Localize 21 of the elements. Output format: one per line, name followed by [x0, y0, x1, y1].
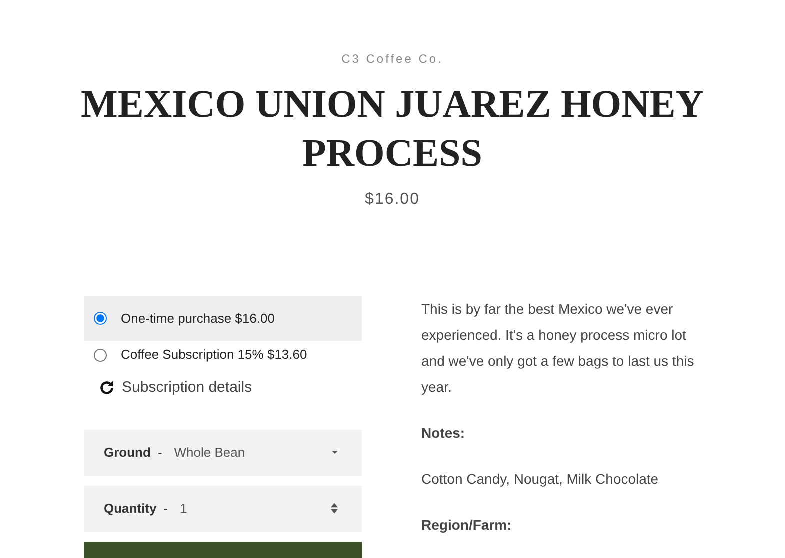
stepper-icon: [330, 503, 338, 514]
radio-button[interactable]: [94, 312, 107, 325]
ground-label: Ground: [104, 444, 151, 462]
description-paragraph: Cotton Candy, Nougat, Milk Chocolate: [422, 470, 660, 489]
quantity-field[interactable]: Quantity - 1: [84, 486, 362, 532]
caret-icon: [332, 451, 338, 454]
section-heading: Region/Farm:: [422, 516, 513, 535]
vendor-name: C3 Coffee Co.: [342, 51, 444, 68]
product-price: $16.00: [365, 190, 420, 210]
purchase-option[interactable]: Coffee Subscription 15% $13.60: [84, 341, 362, 369]
product-title: MEXICO UNION JUAREZ HONEY PROCESS: [80, 82, 705, 177]
radio-button[interactable]: [94, 348, 107, 362]
subscription-details-link[interactable]: Subscription details: [84, 377, 362, 400]
label-separator: -: [164, 500, 168, 518]
quantity-label: Quantity: [104, 500, 157, 518]
ground-select[interactable]: Ground - Whole Bean: [84, 430, 362, 476]
refresh-icon: [98, 379, 116, 398]
label-separator: -: [158, 444, 162, 462]
description-paragraph: This is by far the best Mexico we've ever experienced. It's a honey process micro lot and we've only got a few bags to last us this year.: [422, 300, 696, 397]
purchase-option[interactable]: One-time purchase $16.00: [84, 296, 362, 341]
section-heading: Notes:: [422, 424, 466, 443]
